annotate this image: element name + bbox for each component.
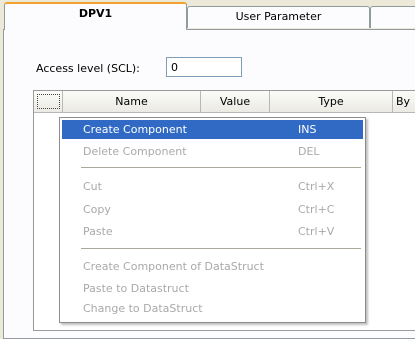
tab-dpv1[interactable]: DPV1	[4, 2, 187, 30]
menu-item-delete-component[interactable]: Delete Component DEL	[62, 142, 363, 161]
column-header-name[interactable]: Name	[63, 91, 201, 112]
menu-item-shortcut: INS	[298, 123, 317, 136]
tab-strip: User Parameter DPV1	[0, 0, 415, 30]
menu-separator	[81, 167, 361, 168]
column-header-value[interactable]: Value	[201, 91, 270, 112]
menu-item-change-to-datastruct[interactable]: Change to DataStruct	[62, 299, 363, 318]
tab-user-parameter[interactable]: User Parameter	[187, 6, 370, 28]
menu-item-label: Create Component of DataStruct	[83, 260, 264, 273]
grid-corner-cell[interactable]	[34, 91, 63, 112]
menu-item-copy[interactable]: Copy Ctrl+C	[62, 200, 363, 219]
menu-item-label: Cut	[83, 180, 102, 193]
context-menu: Create Component INS Delete Component DE…	[59, 117, 366, 323]
grid-header: Name Value Type By	[34, 91, 415, 113]
menu-item-paste[interactable]: Paste Ctrl+V	[62, 222, 363, 241]
focus-rectangle	[37, 94, 60, 109]
menu-item-label: Paste to Datastruct	[83, 282, 189, 295]
menu-item-create-component-of-datastruct[interactable]: Create Component of DataStruct	[62, 257, 363, 276]
menu-separator	[81, 248, 361, 249]
menu-item-label: Create Component	[83, 123, 187, 136]
column-header-by[interactable]: By	[393, 91, 415, 112]
menu-item-paste-to-datastruct[interactable]: Paste to Datastruct	[62, 279, 363, 298]
tab-next[interactable]	[370, 6, 415, 28]
access-level-input[interactable]	[166, 57, 242, 77]
menu-item-label: Paste	[83, 225, 113, 238]
menu-item-shortcut: Ctrl+X	[298, 180, 335, 193]
column-header-type[interactable]: Type	[270, 91, 393, 112]
menu-item-shortcut: DEL	[298, 145, 320, 158]
menu-item-shortcut: Ctrl+V	[298, 225, 335, 238]
menu-item-label: Delete Component	[83, 145, 187, 158]
menu-item-shortcut: Ctrl+C	[298, 203, 335, 216]
menu-item-label: Copy	[83, 203, 111, 216]
menu-item-create-component[interactable]: Create Component INS	[62, 120, 363, 139]
access-level-label: Access level (SCL):	[36, 62, 140, 75]
menu-item-cut[interactable]: Cut Ctrl+X	[62, 177, 363, 196]
menu-item-label: Change to DataStruct	[83, 302, 203, 315]
